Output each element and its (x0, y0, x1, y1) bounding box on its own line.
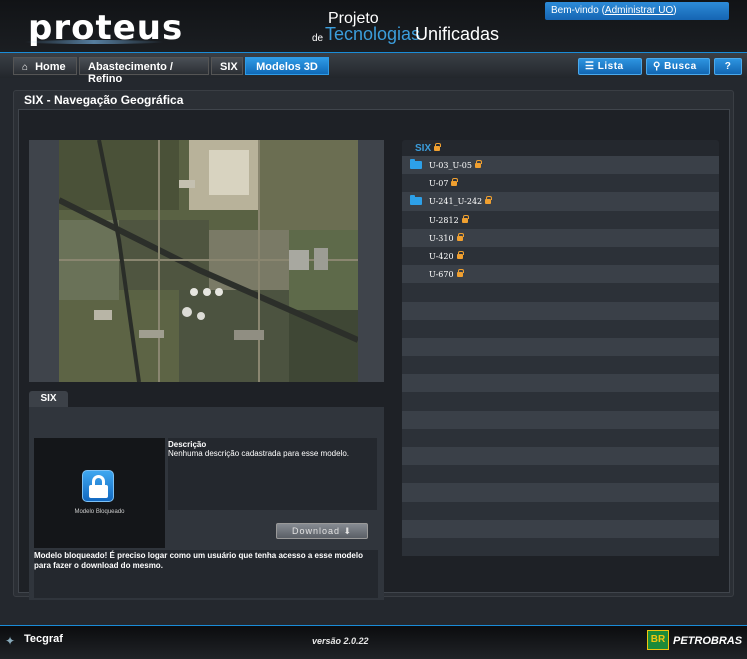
download-arrow-icon: ⬇ (343, 526, 353, 536)
model-thumbnail: Modelo Bloqueado (34, 438, 165, 548)
folder-icon (410, 159, 422, 169)
lock-caption: Modelo Bloqueado (74, 509, 125, 515)
list-item (402, 283, 719, 302)
list-item (402, 374, 719, 393)
list-item[interactable]: U-420 (402, 246, 719, 266)
list-header: SIX (402, 140, 719, 156)
list-item-label: U-03_U-05 (429, 161, 472, 170)
welcome-box: Bem-vindo (Administrar UO) (545, 2, 729, 20)
list-item[interactable]: U-241_U-242 (402, 192, 719, 211)
footer: ✦ Tecgraf versão 2.0.22 BR PETROBRAS (0, 625, 747, 659)
list-item-label: U-241_U-242 (429, 197, 483, 207)
help-button[interactable]: ? (714, 58, 742, 75)
project-line-3: Tecnologias (325, 24, 421, 44)
lock-icon (456, 232, 464, 242)
list-item (402, 519, 719, 538)
project-line-4: Unificadas (415, 24, 500, 44)
list-item (402, 337, 719, 357)
main-panel: SIX - Navegação Geográfica SIX Modelo Bl… (13, 90, 734, 600)
description-box: Descrição Nenhuma descrição cadastrada p… (168, 438, 377, 510)
tab-six[interactable]: SIX (29, 391, 68, 407)
list-button[interactable]: ☰ Lista (578, 58, 642, 75)
list-item[interactable]: U-2812 (402, 210, 719, 229)
lock-icon (434, 143, 442, 152)
list-icon: ☰ (585, 61, 595, 72)
app-window: proteus Projeto de Tecnologias Unificada… (0, 0, 747, 659)
list-item-label: U-2812 (429, 215, 459, 225)
model-list: U-03_U-05 U-07 U-241_U-242 U-2812 U-310 U-420… (402, 156, 719, 557)
list-item-label: U-310 (429, 233, 454, 243)
panel-content: SIX Modelo Bloqueado Descrição Nenhuma d… (18, 109, 730, 600)
version-label: versão 2.0.22 (312, 636, 369, 646)
search-button[interactable]: ⚲ Busca (646, 58, 710, 75)
tecgraf-logo: Tecgraf (24, 633, 63, 645)
list-item (402, 356, 719, 375)
list-item (402, 537, 719, 557)
lock-icon (456, 250, 464, 260)
download-button[interactable]: Download ⬇ (276, 523, 368, 539)
breadcrumb-abastecimento[interactable]: Abastecimento / Refino (79, 57, 209, 85)
list-item (402, 501, 719, 520)
list-item[interactable]: U-03_U-05 (402, 156, 719, 175)
lock-icon (451, 178, 459, 187)
lock-icon (461, 214, 469, 224)
locked-warning: Modelo bloqueado! É preciso logar como u… (34, 550, 378, 598)
list-item[interactable]: U-670 (402, 265, 719, 284)
list-item[interactable]: U-310 (402, 228, 719, 247)
list-item (402, 428, 719, 447)
home-icon: ⌂ (22, 62, 29, 73)
list-item (402, 301, 719, 320)
list-item-label: U-420 (429, 251, 454, 261)
satellite-map[interactable] (59, 140, 358, 382)
lock-icon (82, 470, 114, 502)
model-info: Modelo Bloqueado Descrição Nenhuma descr… (29, 407, 384, 600)
list-item (402, 392, 719, 411)
nav-bar: ⌂ Home Abastecimento / Refino SIX Modelo… (0, 52, 747, 85)
list-item (402, 319, 719, 338)
list-item-label: U-07 (429, 179, 449, 189)
breadcrumb-six[interactable]: SIX (211, 57, 243, 75)
list-item (402, 465, 719, 484)
header: proteus Projeto de Tecnologias Unificada… (0, 0, 747, 52)
list-item (402, 483, 719, 502)
tecgraf-icon: ✦ (5, 634, 16, 648)
petrobras-br-icon: BR (647, 630, 669, 650)
lock-icon (485, 196, 493, 205)
folder-icon (410, 195, 422, 206)
map-container (29, 140, 384, 382)
description-title: Descrição (168, 440, 207, 449)
lock-icon (456, 269, 464, 278)
lock-icon (474, 160, 482, 169)
petrobras-logo: PETROBRAS (673, 635, 743, 647)
list-item[interactable]: U-07 (402, 174, 719, 193)
list-item-label: U-670 (429, 270, 454, 280)
search-icon: ⚲ (653, 61, 661, 72)
description-text: Nenhuma descrição cadastrada para esse m… (168, 449, 349, 458)
breadcrumb-home[interactable]: ⌂ Home (13, 57, 77, 75)
proteus-logo: proteus (24, 8, 183, 48)
list-item (402, 447, 719, 466)
breadcrumb-modelos-3d[interactable]: Modelos 3D (245, 57, 329, 75)
list-item (402, 410, 719, 429)
project-line-2: de (312, 33, 324, 44)
manage-uo-link[interactable]: Administrar UO (605, 5, 673, 16)
panel-title: SIX - Navegação Geográfica (24, 93, 184, 107)
